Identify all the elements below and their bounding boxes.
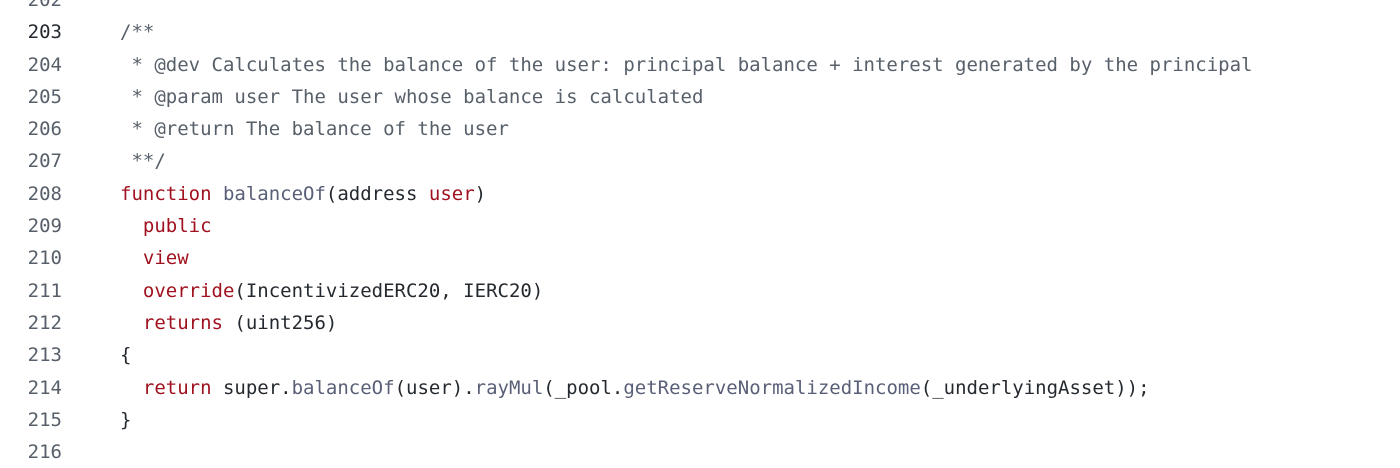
code-token-keyword: user [428, 182, 475, 205]
code-viewer[interactable]: 202 203 /** 204 * @dev Calculates the balan… [0, 0, 1400, 468]
code-token-comment: **/ [120, 150, 166, 173]
code-line: 214 return super.balanceOf(user).rayMul(… [0, 372, 1400, 404]
code-token-plain: super. [211, 376, 292, 399]
line-content [62, 0, 1400, 16]
line-number[interactable]: 211 [0, 275, 62, 307]
line-number[interactable]: 202 [0, 0, 62, 16]
code-line: 215} [0, 404, 1400, 436]
line-number[interactable]: 210 [0, 242, 62, 274]
code-line: 211 override(IncentivizedERC20, IERC20) [0, 275, 1400, 307]
code-token-plain: (_pool. [543, 376, 624, 399]
line-number[interactable]: 213 [0, 339, 62, 371]
line-number[interactable]: 203 [0, 16, 62, 48]
line-content: * @return The balance of the user [62, 113, 1400, 145]
code-token-func: rayMul [474, 376, 544, 399]
code-token-plain: { [120, 344, 132, 367]
line-content: public [62, 210, 1400, 242]
code-line: 206 * @return The balance of the user [0, 113, 1400, 145]
line-content: * @param user The user whose balance is … [62, 81, 1400, 113]
code-token-keyword: function [120, 182, 212, 205]
code-token-plain: ) [474, 182, 487, 205]
code-line: 202 [0, 0, 1400, 16]
line-content: returns (uint256) [62, 307, 1400, 339]
code-lines: 202 203 /** 204 * @dev Calculates the balan… [0, 0, 1400, 468]
code-line: 208 function balanceOf(address user) [0, 178, 1400, 210]
line-number[interactable]: 207 [0, 145, 62, 177]
line-number[interactable]: 216 [0, 436, 62, 468]
line-content: view [62, 242, 1400, 274]
code-token-plain: (_underlyingAsset)); [920, 376, 1150, 399]
code-line: 210 view [0, 242, 1400, 274]
line-number[interactable]: 208 [0, 178, 62, 210]
code-token-keyword: return [142, 376, 212, 399]
code-token-keyword: public [142, 215, 212, 238]
line-number[interactable]: 214 [0, 372, 62, 404]
code-line: 216 [0, 436, 1400, 468]
code-token-plain: (address [325, 182, 429, 205]
code-token-plain: (user). [394, 376, 475, 399]
code-line: 204 * @dev Calculates the balance of the… [0, 49, 1400, 81]
code-line: 203 /** [0, 16, 1400, 48]
line-number[interactable]: 215 [0, 404, 62, 436]
code-token-keyword: override [142, 279, 235, 302]
line-number[interactable]: 205 [0, 81, 62, 113]
line-content: **/ [62, 145, 1400, 177]
code-line: 205 * @param user The user whose balance… [0, 81, 1400, 113]
line-number[interactable]: 206 [0, 113, 62, 145]
line-content: override(IncentivizedERC20, IERC20) [62, 275, 1400, 307]
code-line: 213 { [0, 339, 1400, 371]
code-token-func: balanceOf [291, 376, 395, 399]
line-content: function balanceOf(address user) [62, 178, 1400, 210]
code-token-func: balanceOf [222, 182, 326, 205]
code-token-comment: /** [120, 21, 155, 44]
code-token-plain: (IncentivizedERC20, IERC20) [234, 279, 544, 302]
line-number[interactable]: 212 [0, 307, 62, 339]
code-token-comment: * @return The balance of the user [120, 118, 509, 141]
line-number[interactable]: 204 [0, 49, 62, 81]
line-content: } [62, 404, 1400, 436]
code-token-comment: * @dev Calculates the balance of the use… [120, 53, 1253, 76]
line-content [62, 436, 1400, 468]
code-token-comment: * @param user The user whose balance is … [120, 85, 704, 108]
code-token-plain: (uint256) [222, 311, 338, 334]
line-content: * @dev Calculates the balance of the use… [62, 49, 1400, 81]
code-token-func: getReserveNormalizedIncome [623, 376, 921, 399]
code-token-plain: } [120, 408, 132, 431]
line-content: return super.balanceOf(user).rayMul(_poo… [62, 372, 1400, 404]
line-content: { [62, 339, 1400, 371]
code-token-keyword: returns [142, 311, 223, 334]
line-content: /** [62, 16, 1400, 48]
line-number[interactable]: 209 [0, 210, 62, 242]
code-line: 207 **/ [0, 145, 1400, 177]
code-line: 212 returns (uint256) [0, 307, 1400, 339]
code-token-keyword: view [142, 247, 189, 270]
code-line: 209 public [0, 210, 1400, 242]
